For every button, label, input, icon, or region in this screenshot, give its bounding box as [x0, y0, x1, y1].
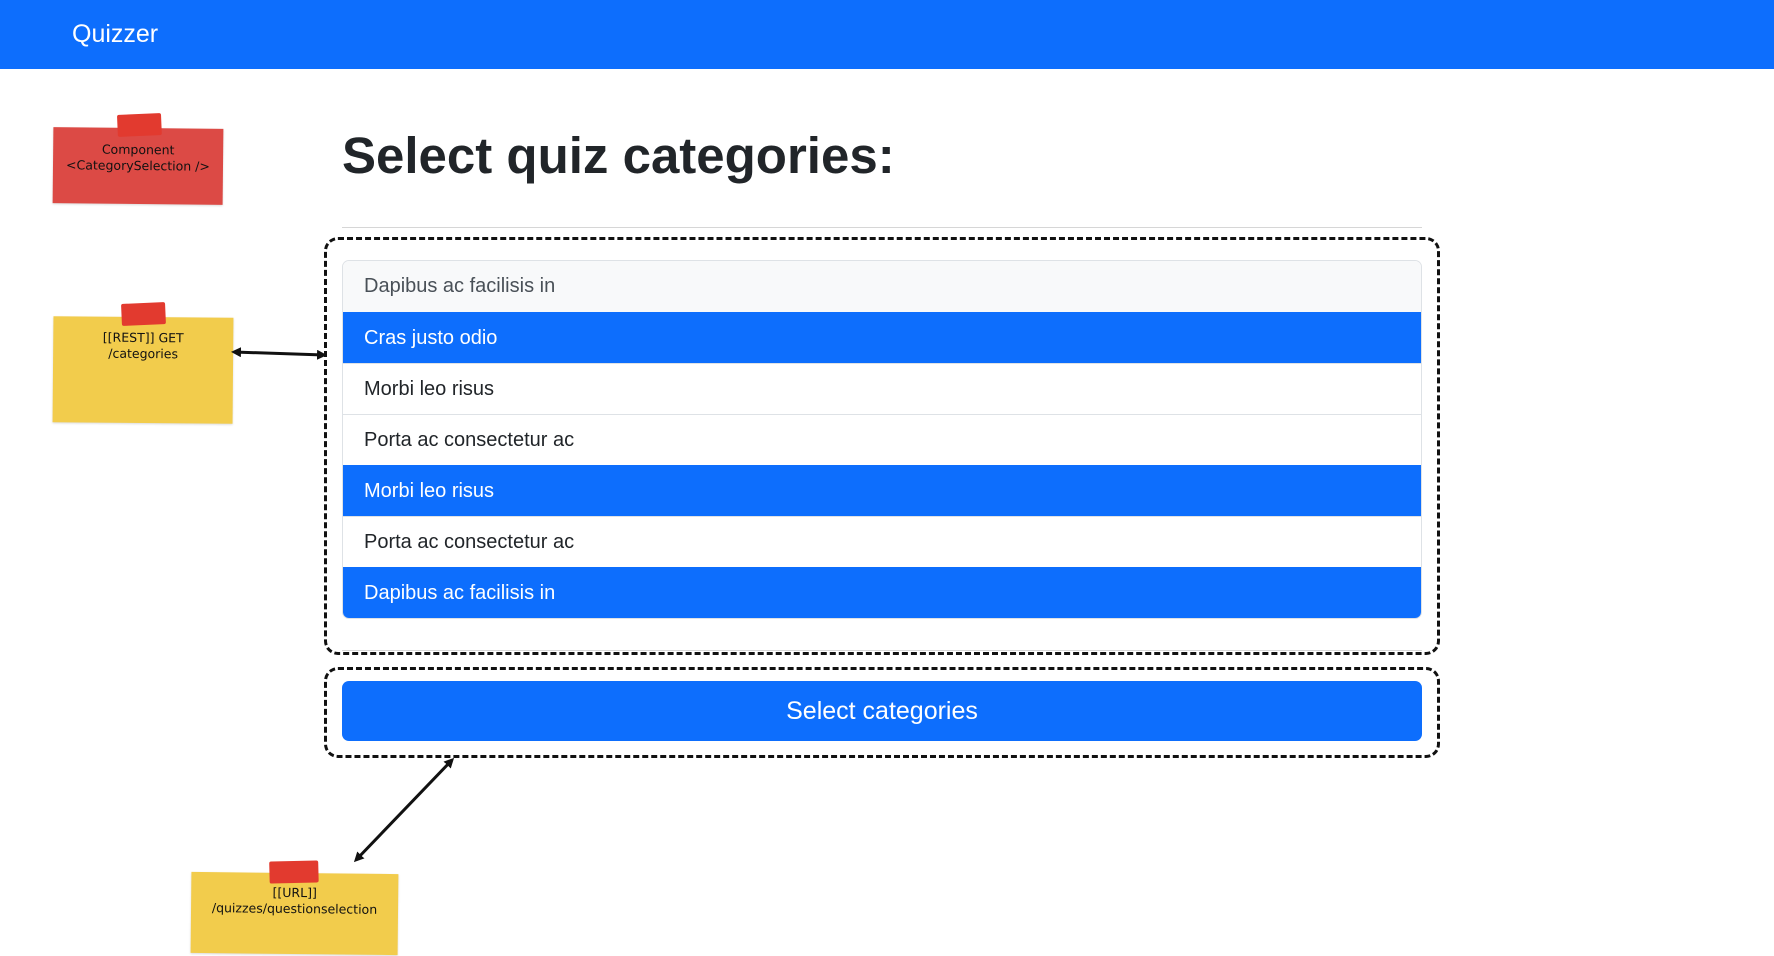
category-item[interactable]: Morbi leo risus — [343, 465, 1421, 516]
category-item[interactable]: Porta ac consectetur ac — [343, 516, 1421, 567]
url-note-line2: /quizzes/questionselection — [211, 900, 378, 917]
component-sticky-note: Component <CategorySelection /> — [52, 113, 224, 205]
rest-sticky-note: [[REST]] GET /categories — [52, 302, 234, 424]
navbar: Quizzer — [0, 0, 1774, 69]
category-item[interactable]: Morbi leo risus — [343, 363, 1421, 414]
tape-strip — [121, 302, 166, 326]
component-note-line1: Component — [101, 141, 175, 158]
url-arrow — [353, 757, 455, 863]
tape-strip — [116, 113, 162, 137]
rest-arrow — [231, 347, 327, 360]
page: Quizzer Select quiz categories: Dapibus … — [0, 0, 1774, 956]
page-title: Select quiz categories: — [342, 127, 895, 184]
select-categories-button[interactable]: Select categories — [342, 681, 1422, 741]
component-note-line2: <CategorySelection /> — [66, 157, 211, 174]
rest-note-line1: [[REST]] GET — [102, 329, 184, 346]
list-divider — [342, 650, 1422, 651]
navbar-brand[interactable]: Quizzer — [72, 20, 158, 49]
category-list: Dapibus ac facilisis in Cras justo odio … — [342, 260, 1422, 619]
tape-strip — [269, 860, 319, 884]
url-sticky-note: [[URL]] /quizzes/questionselection — [190, 860, 399, 956]
category-item[interactable]: Dapibus ac facilisis in — [343, 261, 1421, 312]
category-item[interactable]: Cras justo odio — [343, 312, 1421, 363]
title-divider — [342, 227, 1422, 228]
category-item[interactable]: Porta ac consectetur ac — [343, 414, 1421, 465]
category-item[interactable]: Dapibus ac facilisis in — [343, 567, 1421, 618]
rest-note-line2: /categories — [108, 345, 179, 362]
